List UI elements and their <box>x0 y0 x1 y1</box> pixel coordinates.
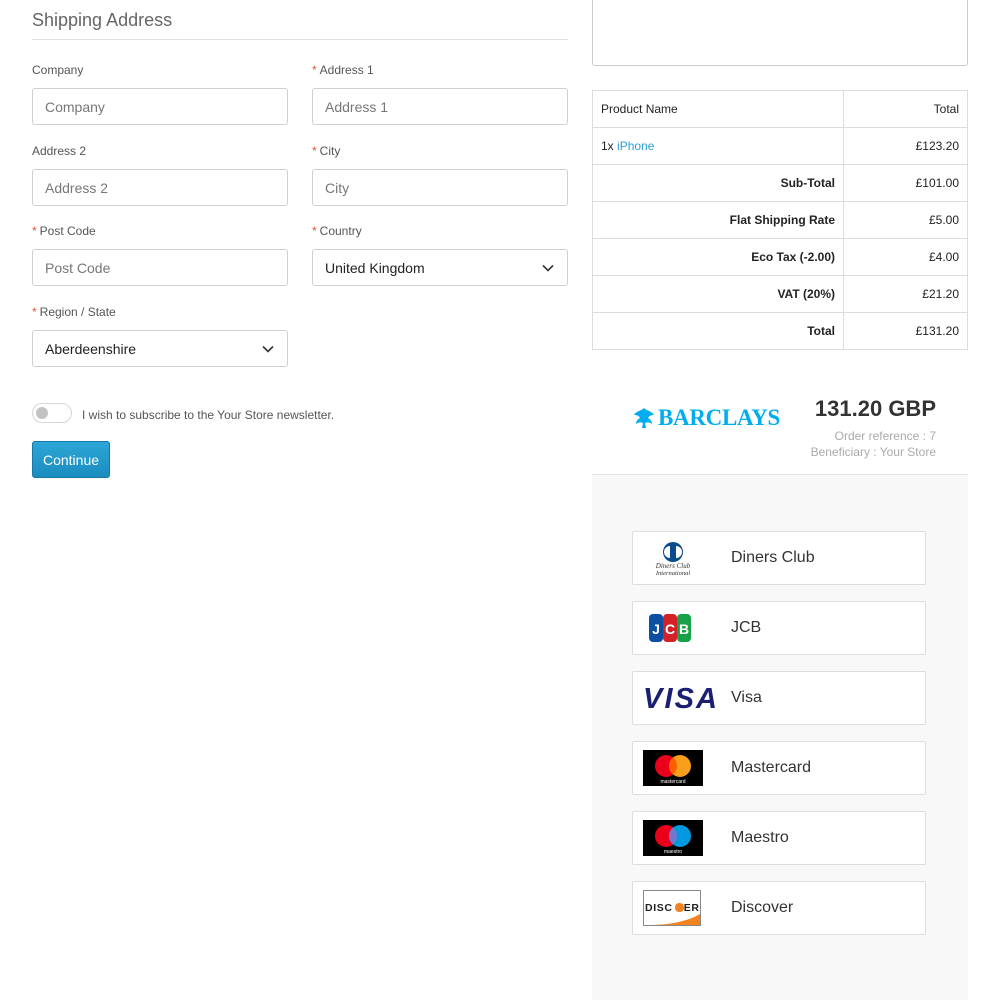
row-label: Sub-Total <box>592 164 844 202</box>
shipping-title: Shipping Address <box>32 10 173 30</box>
card-option-discover[interactable]: DISC VER Discover <box>632 881 926 935</box>
visa-icon: VISA <box>643 683 717 715</box>
region-label: * Region / State <box>32 305 116 319</box>
payment-amount: 131.20 GBP <box>814 396 936 421</box>
table-row: VAT (20%) £21.20 <box>592 275 968 313</box>
header-total: Total <box>843 90 968 128</box>
card-label: Mastercard <box>731 759 812 776</box>
country-select[interactable]: United Kingdom <box>312 249 568 286</box>
mastercard-icon: mastercard <box>643 750 703 786</box>
toggle-knob <box>36 407 48 419</box>
postcode-input[interactable] <box>32 249 288 286</box>
country-value: United Kingdom <box>325 259 425 276</box>
card-label: Diners Club <box>731 549 815 566</box>
payment-divider <box>592 474 968 475</box>
svg-text:VISA: VISA <box>643 683 717 715</box>
barclays-wordmark: BARCLAYS <box>658 405 781 430</box>
city-input[interactable] <box>312 169 568 206</box>
row-label: Eco Tax (-2.00) <box>592 238 844 276</box>
svg-text:J: J <box>652 621 660 637</box>
beneficiary: Beneficiary : Your Store <box>810 445 936 459</box>
chevron-down-icon <box>262 345 274 353</box>
svg-text:International: International <box>655 570 690 576</box>
company-label: Company <box>32 63 84 77</box>
title-divider <box>32 39 568 40</box>
newsletter-toggle[interactable] <box>32 403 72 423</box>
city-label: * City <box>312 144 341 158</box>
table-row: Eco Tax (-2.00) £4.00 <box>592 238 968 276</box>
order-totals-table: Product Name Total 1x iPhone £123.20 Sub… <box>592 90 968 350</box>
eagle-icon <box>634 408 654 428</box>
table-row: Total £131.20 <box>592 312 968 350</box>
order-reference: Order reference : 7 <box>834 429 936 443</box>
svg-text:C: C <box>665 621 675 637</box>
card-option-jcb[interactable]: J C B JCB <box>632 601 926 655</box>
discover-icon: DISC VER <box>643 890 701 926</box>
table-row: Flat Shipping Rate £5.00 <box>592 201 968 239</box>
card-option-maestro[interactable]: maestro Maestro <box>632 811 926 865</box>
svg-text:maestro: maestro <box>664 849 682 855</box>
row-value: £21.20 <box>843 275 968 313</box>
diners-club-icon: Diners Club International <box>655 542 691 576</box>
comment-textarea[interactable] <box>592 0 968 66</box>
newsletter-label: I wish to subscribe to the Your Store ne… <box>82 408 335 422</box>
table-row: 1x iPhone £123.20 <box>592 127 968 165</box>
address2-label: Address 2 <box>32 144 87 158</box>
svg-text:DISC VER: DISC VER <box>645 902 699 914</box>
address1-label: * Address 1 <box>312 63 374 77</box>
product-qty: 1x <box>601 139 614 153</box>
card-option-diners-club[interactable]: Diners Club International Diners Club <box>632 531 926 585</box>
address1-input[interactable] <box>312 88 568 125</box>
jcb-icon: J C B <box>649 614 691 642</box>
row-value: £131.20 <box>843 312 968 350</box>
country-label: * Country <box>312 224 362 238</box>
postcode-label: * Post Code <box>32 224 96 238</box>
card-label: Visa <box>731 689 762 706</box>
card-label: Discover <box>731 899 794 916</box>
row-label: Flat Shipping Rate <box>592 201 844 239</box>
product-total: £123.20 <box>843 127 968 165</box>
header-product-name: Product Name <box>592 90 844 128</box>
svg-text:mastercard: mastercard <box>660 779 685 785</box>
card-option-mastercard[interactable]: mastercard Mastercard <box>632 741 926 795</box>
svg-text:Diners Club: Diners Club <box>655 562 691 570</box>
row-label: Total <box>592 312 844 350</box>
product-cell: 1x iPhone <box>592 127 844 165</box>
maestro-icon: maestro <box>643 820 703 856</box>
barclays-logo: BARCLAYS <box>633 405 780 431</box>
row-value: £101.00 <box>843 164 968 202</box>
company-input[interactable] <box>32 88 288 125</box>
svg-text:B: B <box>679 621 689 637</box>
card-label: JCB <box>731 619 762 636</box>
chevron-down-icon <box>542 264 554 272</box>
region-value: Aberdeenshire <box>45 340 137 357</box>
table-header-row: Product Name Total <box>592 90 968 128</box>
row-value: £4.00 <box>843 238 968 276</box>
product-link[interactable]: iPhone <box>617 139 654 153</box>
table-row: Sub-Total £101.00 <box>592 164 968 202</box>
region-select[interactable]: Aberdeenshire <box>32 330 288 367</box>
continue-button[interactable]: Continue <box>32 441 110 478</box>
card-option-visa[interactable]: VISA Visa <box>632 671 926 725</box>
row-value: £5.00 <box>843 201 968 239</box>
card-label: Maestro <box>731 829 789 846</box>
address2-input[interactable] <box>32 169 288 206</box>
row-label: VAT (20%) <box>592 275 844 313</box>
